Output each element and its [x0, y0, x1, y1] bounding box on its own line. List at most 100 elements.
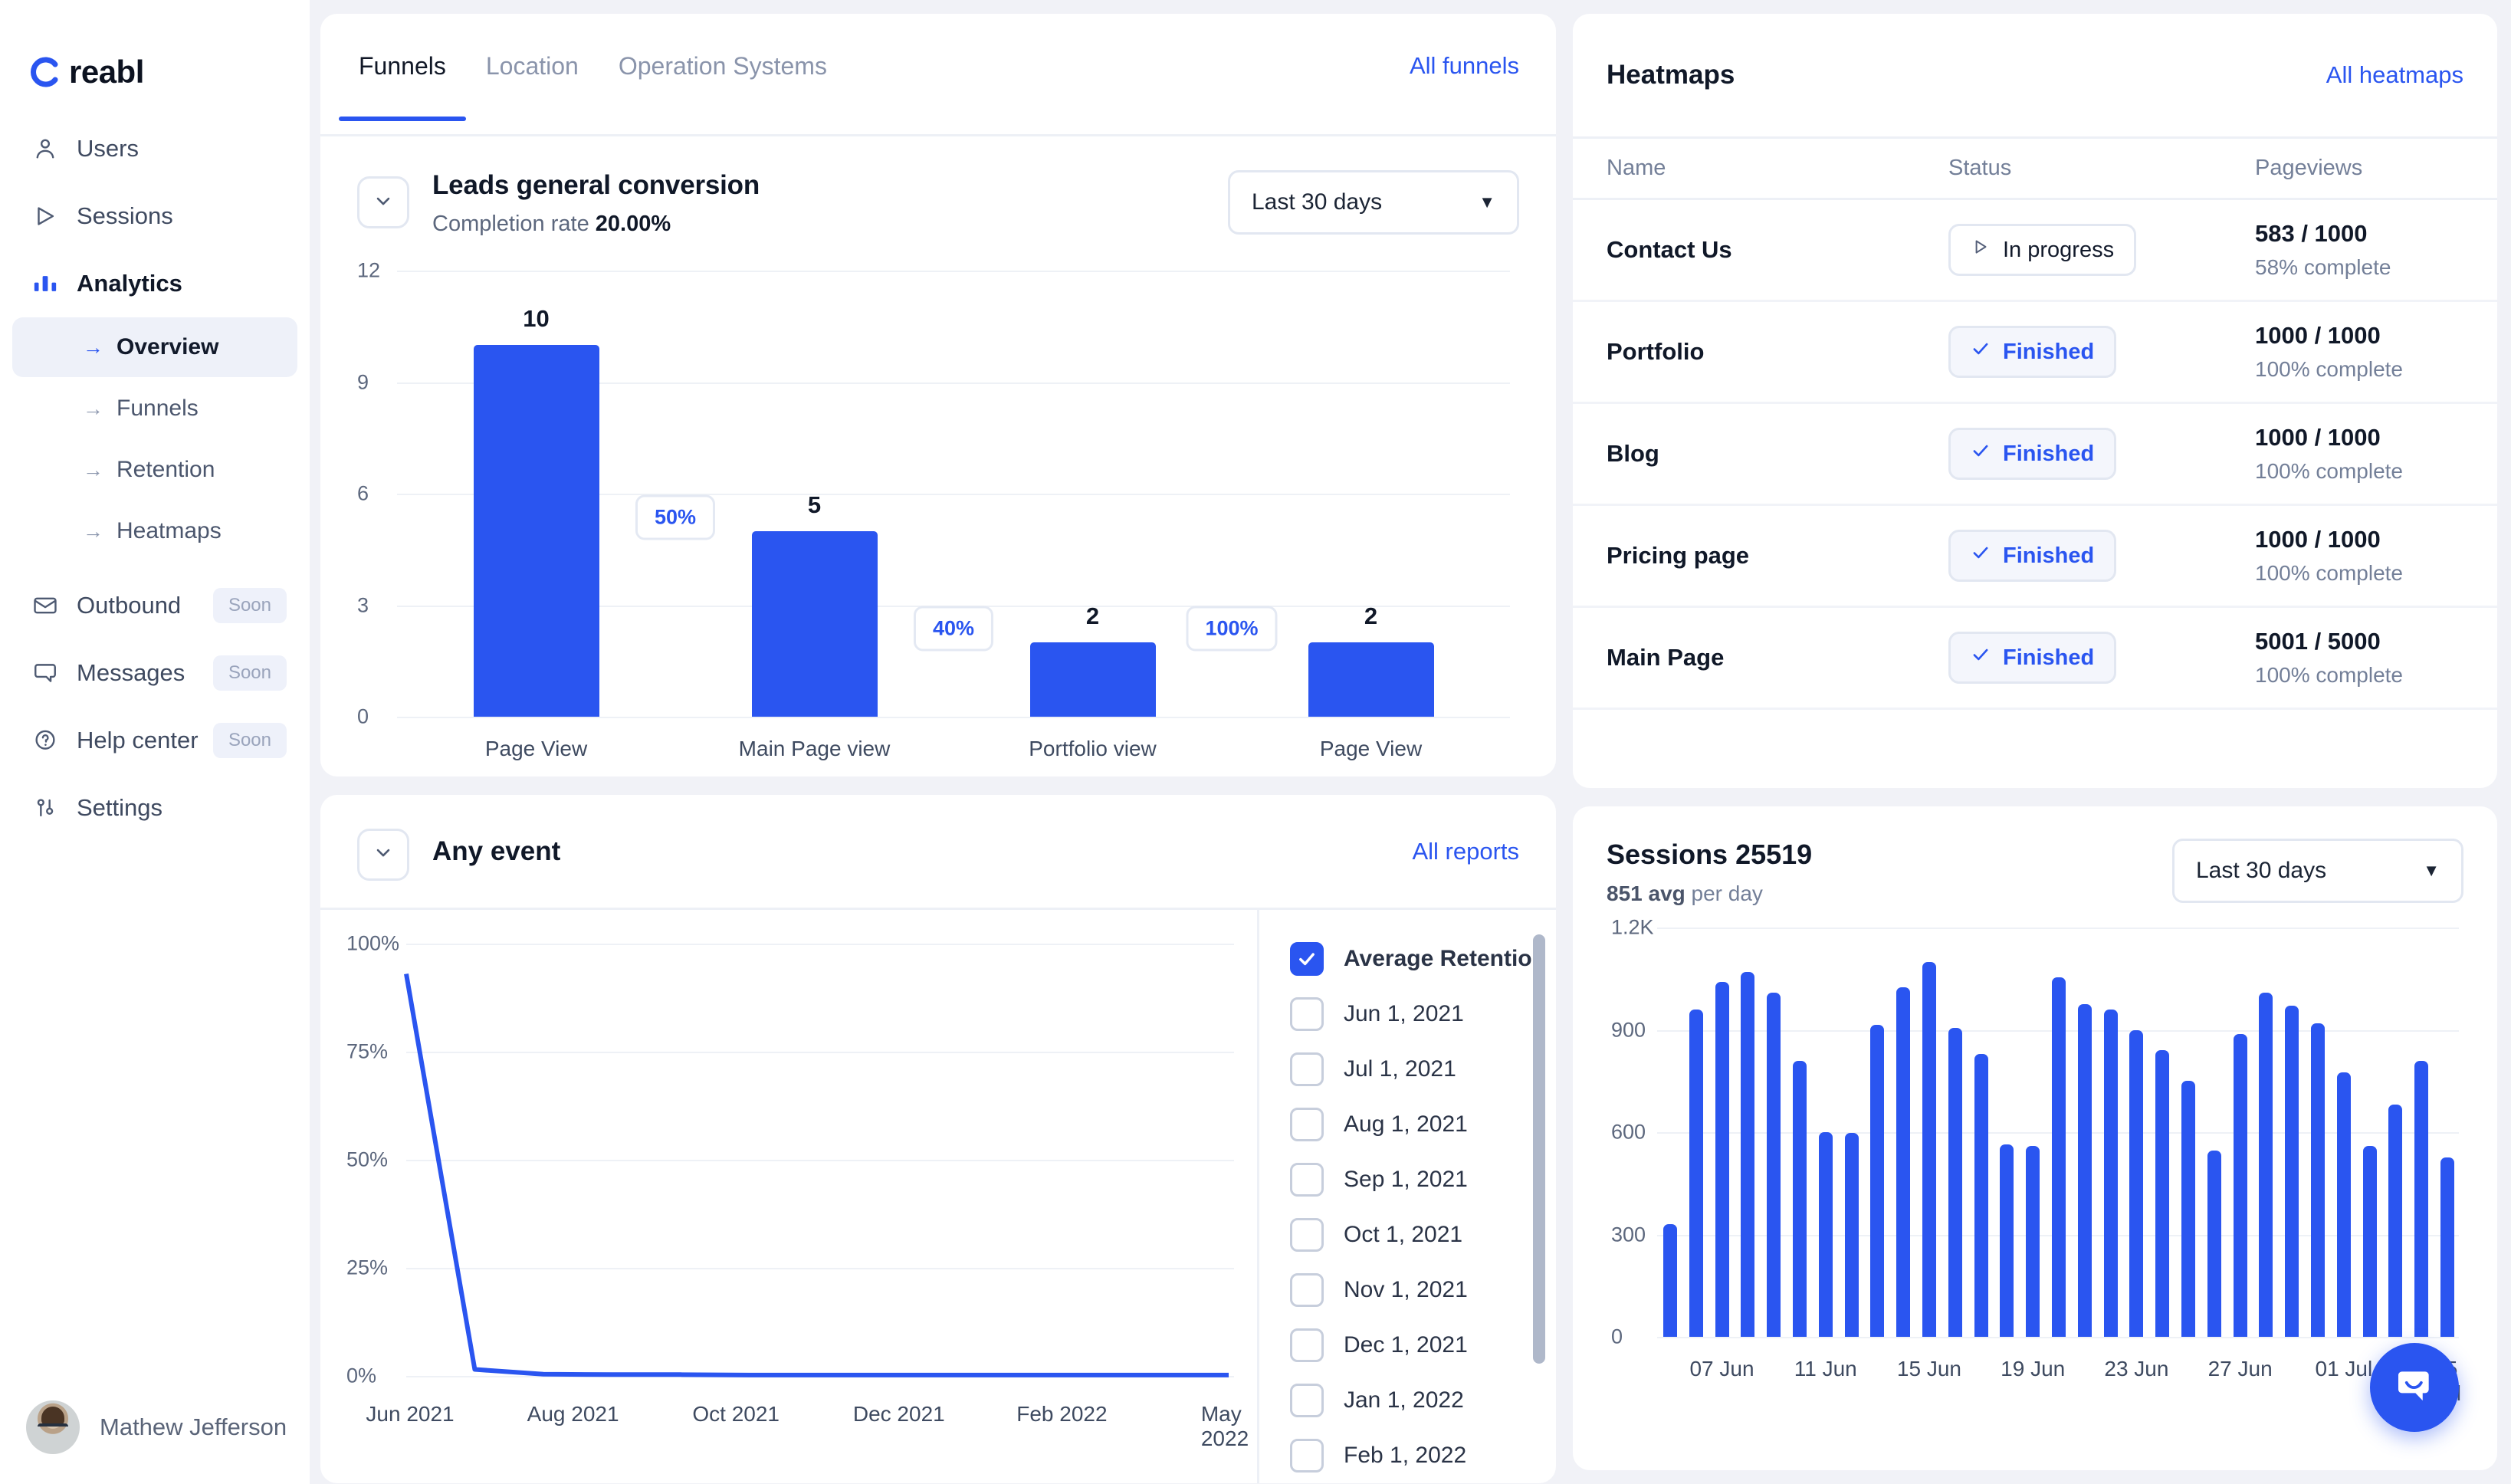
- tab-funnels[interactable]: Funnels: [339, 52, 466, 119]
- session-bar[interactable]: [2234, 1034, 2247, 1337]
- bar-value-label: 5: [808, 491, 821, 519]
- session-bar[interactable]: [2363, 1146, 2377, 1337]
- table-row[interactable]: Main PageFinished5001 / 5000100% complet…: [1573, 607, 2497, 709]
- cell-status: Finished: [1948, 505, 2255, 607]
- x-axis-tick: Oct 2021: [692, 1402, 780, 1427]
- funnel-bar[interactable]: [1308, 642, 1434, 717]
- legend-checkbox[interactable]: [1290, 1439, 1324, 1473]
- session-bar[interactable]: [2388, 1105, 2402, 1337]
- legend-scrollbar[interactable]: [1533, 934, 1545, 1364]
- status-badge[interactable]: Finished: [1948, 428, 2116, 480]
- session-bar[interactable]: [1741, 972, 1754, 1337]
- heatmaps-title: Heatmaps: [1607, 60, 1735, 90]
- session-bar[interactable]: [1948, 1028, 1962, 1337]
- legend-item[interactable]: Sep 1, 2021: [1290, 1152, 1556, 1207]
- table-row[interactable]: PortfolioFinished1000 / 1000100% complet…: [1573, 301, 2497, 403]
- table-row[interactable]: BlogFinished1000 / 1000100% complete: [1573, 403, 2497, 505]
- sidebar-item-sessions[interactable]: Sessions: [12, 182, 297, 250]
- tab-operation-systems[interactable]: Operation Systems: [599, 52, 847, 119]
- session-bar[interactable]: [2285, 1006, 2299, 1337]
- session-bar[interactable]: [1767, 993, 1781, 1337]
- session-bar[interactable]: [1819, 1132, 1833, 1337]
- status-badge[interactable]: Finished: [1948, 530, 2116, 582]
- session-bar[interactable]: [1663, 1224, 1677, 1337]
- legend-item[interactable]: Nov 1, 2021: [1290, 1262, 1556, 1318]
- x-axis-tick: 11 Jun: [1794, 1357, 1857, 1381]
- session-bar[interactable]: [2104, 1010, 2118, 1337]
- session-bar[interactable]: [2414, 1061, 2428, 1337]
- funnel-bar[interactable]: [752, 531, 878, 717]
- heatmaps-table-head: Name Status Pageviews: [1573, 138, 2497, 199]
- session-bar[interactable]: [2311, 1023, 2325, 1337]
- collapse-event-button[interactable]: [357, 829, 409, 881]
- status-badge[interactable]: Finished: [1948, 326, 2116, 378]
- collapse-funnel-button[interactable]: [357, 176, 409, 228]
- session-bar[interactable]: [1922, 962, 1936, 1338]
- legend-checkbox[interactable]: [1290, 1328, 1324, 1362]
- status-badge[interactable]: In progress: [1948, 224, 2136, 276]
- sidebar-subitem-retention[interactable]: → Retention: [12, 440, 297, 500]
- sidebar-item-analytics[interactable]: Analytics: [12, 250, 297, 317]
- sidebar-item-outbound[interactable]: Outbound Soon: [12, 572, 297, 639]
- legend-item[interactable]: Feb 1, 2022: [1290, 1428, 1556, 1483]
- funnel-bar[interactable]: [474, 345, 599, 717]
- session-bar[interactable]: [1715, 982, 1729, 1337]
- sidebar-subitem-funnels[interactable]: → Funnels: [12, 379, 297, 438]
- legend-item[interactable]: Average Retention: [1290, 931, 1556, 987]
- session-bar[interactable]: [2337, 1072, 2351, 1337]
- table-row[interactable]: Pricing pageFinished1000 / 1000100% comp…: [1573, 505, 2497, 607]
- legend-item[interactable]: Jan 1, 2022: [1290, 1373, 1556, 1428]
- sidebar-item-users[interactable]: Users: [12, 115, 297, 182]
- funnel-date-range-select[interactable]: Last 30 days ▼: [1228, 170, 1519, 235]
- legend-item[interactable]: Oct 1, 2021: [1290, 1207, 1556, 1262]
- brand-logo[interactable]: reabl: [0, 0, 310, 100]
- session-bar[interactable]: [2259, 993, 2273, 1337]
- tab-location[interactable]: Location: [466, 52, 599, 119]
- session-bar[interactable]: [2207, 1151, 2221, 1337]
- session-bar[interactable]: [2155, 1050, 2169, 1337]
- legend-checkbox[interactable]: [1290, 1163, 1324, 1197]
- legend-checkbox[interactable]: [1290, 1052, 1324, 1086]
- session-bar[interactable]: [2000, 1144, 2014, 1337]
- legend-checkbox[interactable]: [1290, 1108, 1324, 1141]
- session-bar[interactable]: [1974, 1054, 1988, 1337]
- legend-checkbox[interactable]: [1290, 997, 1324, 1031]
- arrow-right-icon: →: [83, 521, 103, 542]
- sessions-date-range-select[interactable]: Last 30 days ▼: [2172, 839, 2463, 903]
- legend-item[interactable]: Jun 1, 2021: [1290, 987, 1556, 1042]
- session-bar[interactable]: [2078, 1004, 2092, 1337]
- all-reports-link[interactable]: All reports: [1412, 838, 1519, 865]
- sidebar-item-settings[interactable]: Settings: [12, 774, 297, 842]
- legend-checkbox[interactable]: [1290, 1218, 1324, 1252]
- chat-widget-button[interactable]: [2370, 1343, 2459, 1432]
- brand-name: reabl: [69, 54, 144, 90]
- legend-checkbox[interactable]: [1290, 1384, 1324, 1417]
- any-event-body: 0%25%50%75%100%Jun 2021Aug 2021Oct 2021D…: [320, 910, 1556, 1483]
- legend-checkbox[interactable]: [1290, 1273, 1324, 1307]
- cell-pageviews: 1000 / 1000100% complete: [2255, 403, 2497, 505]
- session-bar[interactable]: [2440, 1157, 2454, 1337]
- funnel-bar[interactable]: [1030, 642, 1156, 717]
- session-bar[interactable]: [1845, 1133, 1859, 1337]
- session-bar[interactable]: [2129, 1030, 2143, 1337]
- all-funnels-link[interactable]: All funnels: [1410, 52, 1519, 118]
- session-bar[interactable]: [1896, 987, 1910, 1337]
- all-heatmaps-link[interactable]: All heatmaps: [2326, 61, 2463, 89]
- session-bar[interactable]: [1689, 1010, 1703, 1337]
- legend-checkbox[interactable]: [1290, 942, 1324, 976]
- legend-item[interactable]: Dec 1, 2021: [1290, 1318, 1556, 1373]
- session-bar[interactable]: [2052, 977, 2066, 1337]
- legend-item[interactable]: Jul 1, 2021: [1290, 1042, 1556, 1097]
- session-bar[interactable]: [2026, 1146, 2040, 1337]
- sidebar-subitem-overview[interactable]: → Overview: [12, 317, 297, 377]
- sidebar-subitem-heatmaps[interactable]: → Heatmaps: [12, 501, 297, 561]
- session-bar[interactable]: [1870, 1025, 1884, 1337]
- session-bar[interactable]: [1793, 1061, 1807, 1337]
- status-badge[interactable]: Finished: [1948, 632, 2116, 684]
- legend-item[interactable]: Aug 1, 2021: [1290, 1097, 1556, 1152]
- sidebar-item-help-center[interactable]: Help center Soon: [12, 707, 297, 774]
- session-bar[interactable]: [2181, 1081, 2195, 1337]
- sidebar-item-messages[interactable]: Messages Soon: [12, 639, 297, 707]
- table-row[interactable]: Contact UsIn progress583 / 100058% compl…: [1573, 199, 2497, 301]
- sidebar-user-profile[interactable]: Mathew Jefferson: [0, 1371, 310, 1484]
